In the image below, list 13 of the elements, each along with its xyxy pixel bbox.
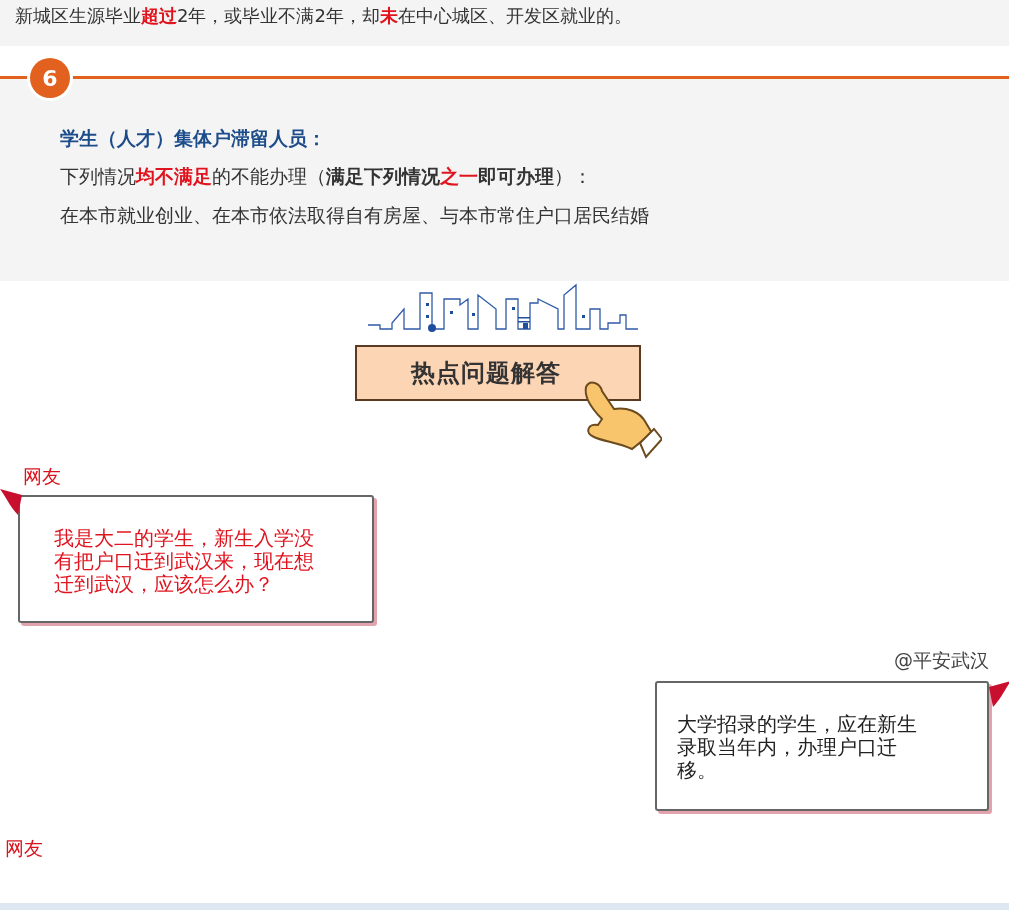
sender-name: 网友 xyxy=(5,836,44,861)
hot-questions-button[interactable]: 热点问题解答 xyxy=(354,345,641,401)
intro-text: 新城区生源毕业超过2年，或毕业不满2年，却未在中心城区、开发区就业的。 xyxy=(15,4,633,28)
message-text: 我是大二的学生，新生入学没有把户口迁到武汉来，现在想迁到武汉，应该怎么办？ xyxy=(54,527,315,596)
section-text: 下列情况均不满足的不能办理（满足下列情况之一即可办理）： xyxy=(60,164,593,189)
ribbon-icon xyxy=(989,681,1009,707)
number-badge: 6 xyxy=(30,58,70,98)
section-text: 在本市就业创业、在本市依法取得自有房屋、与本市常住户口居民结婚 xyxy=(60,203,650,228)
sender-name: @平安武汉 xyxy=(894,648,989,673)
sender-name: 网友 xyxy=(23,464,61,489)
ribbon-icon xyxy=(0,489,22,515)
section-heading: 学生（人才）集体户滞留人员： xyxy=(60,126,327,151)
message-text: 大学招录的学生，应在新生录取当年内，办理户口迁移。 xyxy=(677,713,918,782)
